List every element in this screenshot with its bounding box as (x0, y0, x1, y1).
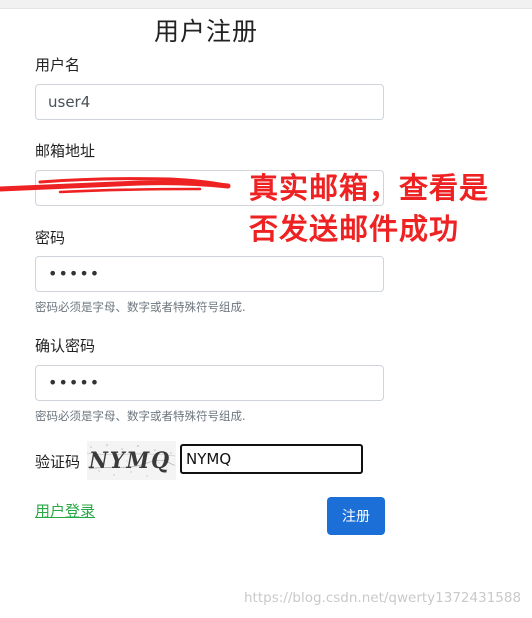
captcha-label: 验证码 (35, 453, 81, 471)
watermark-text: https://blog.csdn.net/qwerty1372431588 (244, 590, 522, 606)
login-link[interactable]: 用户登录 (35, 500, 95, 521)
annotation-line-1: 真实邮箱，查看是 (249, 171, 490, 205)
password-input[interactable]: ••••• (35, 256, 384, 292)
page-title: 用户注册 (154, 17, 259, 46)
registration-page: 用户注册 用户名 user4 邮箱地址 密码 ••••• 密码必须是字母、数字或… (0, 0, 532, 618)
register-button[interactable]: 注册 (327, 497, 385, 535)
password-help-text: 密码必须是字母、数字或者特殊符号组成. (35, 300, 246, 314)
username-input[interactable]: user4 (35, 84, 384, 120)
confirm-password-input[interactable]: ••••• (35, 365, 384, 401)
annotation-note: 真实邮箱，查看是 否发送邮件成功 (249, 168, 489, 250)
captcha-image[interactable]: NYMQ (87, 441, 176, 480)
redaction-scribble (0, 177, 231, 194)
confirm-password-label: 确认密码 (35, 337, 96, 355)
annotation-line-2: 否发送邮件成功 (249, 212, 460, 246)
username-label: 用户名 (35, 56, 81, 74)
captcha-noise: NYMQ (87, 444, 176, 477)
password-label: 密码 (35, 229, 66, 247)
browser-top-strip (0, 0, 532, 9)
confirm-password-help-text: 密码必须是字母、数字或者特殊符号组成. (35, 409, 246, 423)
email-label: 邮箱地址 (35, 142, 96, 160)
captcha-input[interactable]: NYMQ (180, 444, 363, 474)
captcha-text: NYMQ (88, 448, 171, 474)
